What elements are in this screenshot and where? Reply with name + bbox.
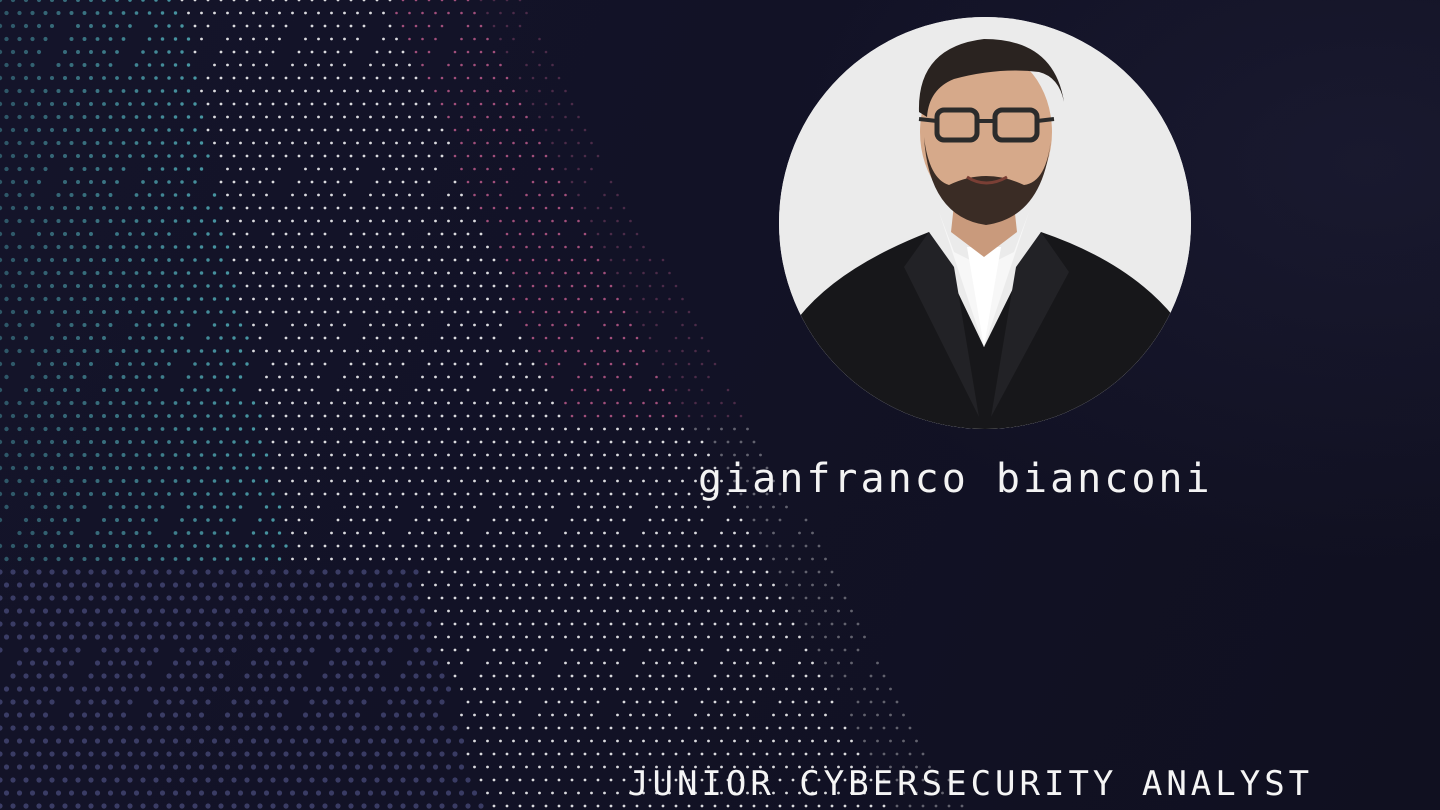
profile-photo — [779, 17, 1191, 429]
portrait-illustration — [779, 17, 1191, 429]
profile-name: gianfranco bianconi — [698, 456, 1213, 502]
slide-canvas: gianfranco bianconi Junior cybersecurity… — [0, 0, 1440, 810]
dotted-hex-pattern — [0, 0, 964, 809]
profile-job-title: Junior cybersecurity analyst — [628, 764, 1314, 804]
